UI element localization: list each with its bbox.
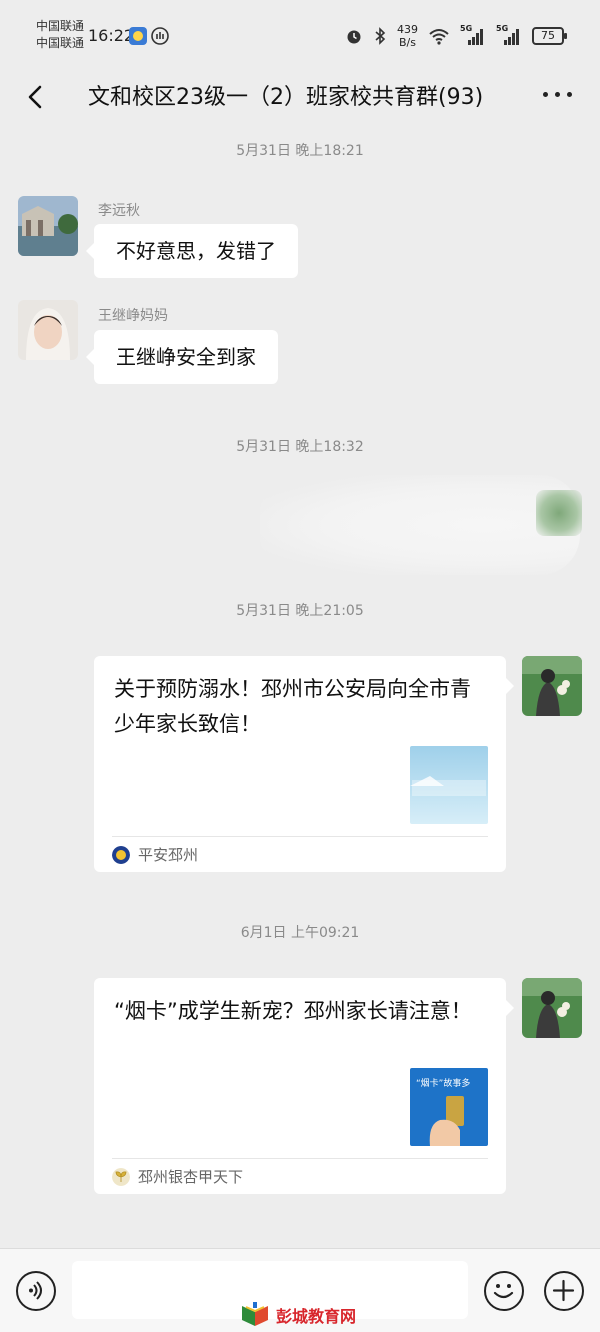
police-badge-icon xyxy=(112,845,130,864)
signal-1-label: 5G xyxy=(460,24,473,33)
article-thumbnail xyxy=(410,746,488,824)
book-logo-icon xyxy=(242,1302,268,1326)
network-speed-unit: B/s xyxy=(399,36,416,49)
status-bar: 中国联通 中国联通 16:22 439 B/s 5G 5G 75 xyxy=(0,0,600,70)
plus-icon xyxy=(552,1279,575,1302)
blurred-avatar xyxy=(536,490,582,536)
more-dot-icon xyxy=(543,92,548,97)
article-title: “烟卡”成学生新宠？邳州家长请注意！ xyxy=(114,999,472,1023)
avatar-girl-with-flowers-icon xyxy=(522,978,582,1038)
sender-name: 王继峥妈妈 xyxy=(98,308,168,324)
avatar[interactable] xyxy=(18,300,78,360)
article-thumbnail: “烟卡”故事多 xyxy=(410,1068,488,1146)
article-card[interactable]: 关于预防溺水！邳州市公安局向全市青少年家长致信！ 平安邳州 xyxy=(94,656,514,872)
more-functions-button[interactable] xyxy=(544,1271,584,1311)
voice-input-button[interactable] xyxy=(16,1271,56,1311)
article-title: 关于预防溺水！邳州市公安局向全市青少年家长致信！ xyxy=(114,677,471,736)
article-source-name: 邳州银杏甲天下 xyxy=(138,1168,244,1186)
weather-icon xyxy=(129,27,147,45)
article-card[interactable]: “烟卡”成学生新宠？邳州家长请注意！ “烟卡”故事多 邳州银杏甲天下 xyxy=(94,978,514,1194)
article-source: 平安邳州 xyxy=(112,844,198,865)
chat-title: 文和校区23级一（2）班家校共育群(93) xyxy=(88,85,484,110)
timestamp-divider: 6月1日 上午09:21 xyxy=(240,925,360,941)
signal-1: 5G xyxy=(460,24,486,46)
signal-2: 5G xyxy=(496,24,522,46)
article-source: 邳州银杏甲天下 xyxy=(112,1166,243,1187)
more-options-button[interactable] xyxy=(543,92,572,97)
blurred-message xyxy=(260,475,580,575)
signal-2-label: 5G xyxy=(496,24,509,33)
avatar[interactable] xyxy=(18,196,78,256)
avatar-girl-with-flowers-icon xyxy=(522,656,582,716)
card-divider xyxy=(112,1158,488,1159)
avatar-landscape-icon xyxy=(18,196,78,256)
bluetooth-icon xyxy=(375,27,386,45)
ginkgo-logo-icon xyxy=(112,1167,130,1186)
avatar-portrait-icon xyxy=(18,300,78,360)
carrier-2: 中国联通 xyxy=(36,36,85,50)
timestamp-divider: 5月31日 晚上21:05 xyxy=(236,603,364,619)
watermark-text: 彭城教育网 xyxy=(276,1307,357,1326)
hand-card-thumbnail-icon xyxy=(429,1096,464,1146)
more-dot-icon xyxy=(555,92,560,97)
more-dot-icon xyxy=(567,92,572,97)
battery-indicator: 75 xyxy=(532,27,567,45)
sender-name: 李远秋 xyxy=(98,203,140,219)
card-divider xyxy=(112,836,488,837)
article-source-name: 平安邳州 xyxy=(138,846,199,864)
nav-bar: 文和校区23级一（2）班家校共育群(93) xyxy=(0,70,600,130)
message-bubble[interactable]: 王继峥安全到家 xyxy=(86,330,278,384)
voice-icon xyxy=(29,1281,42,1300)
hand-icon xyxy=(151,27,169,45)
carrier-info: 中国联通 中国联通 xyxy=(36,18,84,52)
watermark: 彭城教育网 xyxy=(240,1302,356,1328)
timestamp-divider: 5月31日 晚上18:21 xyxy=(236,143,364,159)
timestamp-divider: 5月31日 晚上18:32 xyxy=(236,439,364,455)
avatar[interactable] xyxy=(522,656,582,716)
alarm-icon xyxy=(347,30,361,44)
avatar[interactable] xyxy=(522,978,582,1038)
back-arrow-icon[interactable] xyxy=(22,82,52,112)
network-speed-value: 439 xyxy=(397,23,418,36)
network-speed: 439 B/s xyxy=(397,23,418,49)
status-right: 439 B/s 5G 5G 75 xyxy=(345,22,567,50)
carrier-1: 中国联通 xyxy=(36,19,85,33)
sky-thumbnail-icon xyxy=(410,746,488,824)
emoji-button[interactable] xyxy=(484,1271,524,1311)
smiley-icon xyxy=(493,1284,514,1299)
message-bubble[interactable]: 不好意思，发错了 xyxy=(86,224,298,278)
wifi-icon xyxy=(429,29,449,45)
